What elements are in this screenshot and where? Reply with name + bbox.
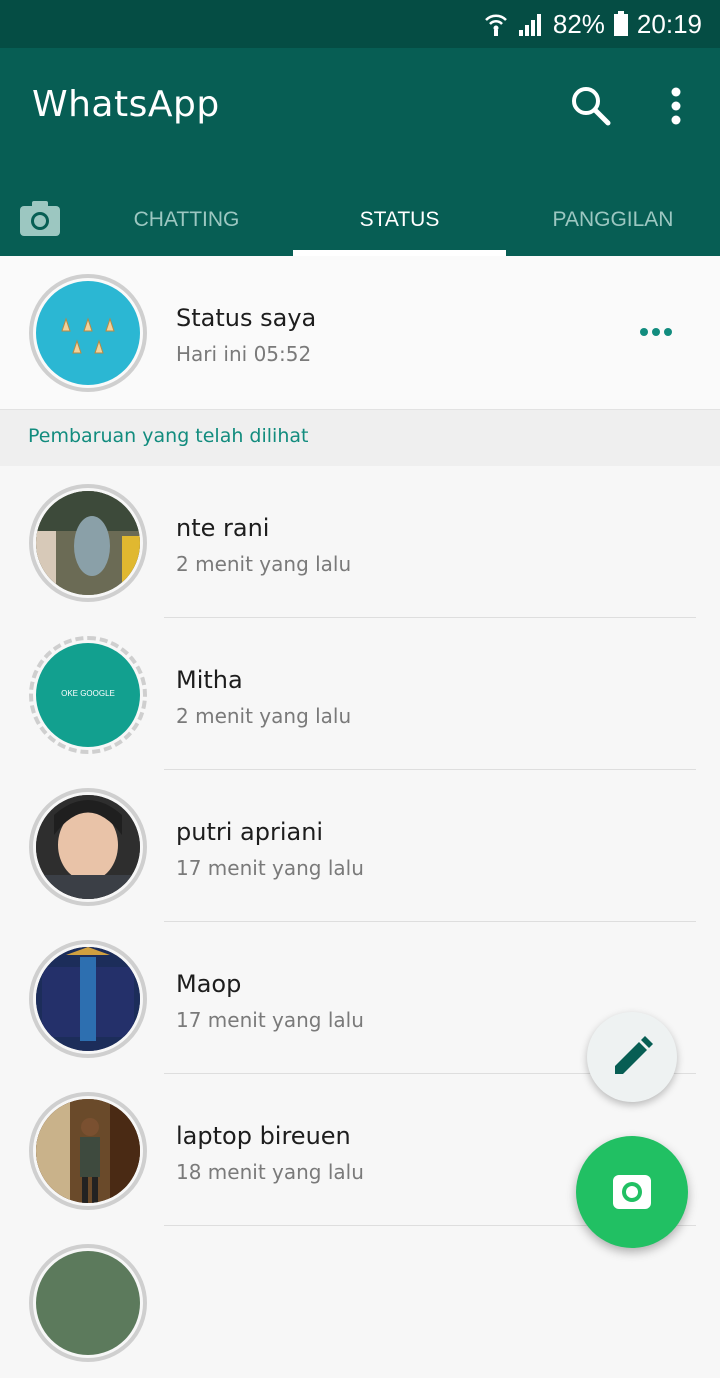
list-item[interactable]: putri apriani 17 menit yang lalu [0,770,720,922]
avatar [36,947,140,1051]
wifi-icon [484,14,507,36]
more-vert-icon [671,87,681,125]
contact-time: 18 menit yang lalu [176,1160,364,1184]
tab-status[interactable]: STATUS [293,184,506,256]
avatar-photo [36,795,140,899]
contact-name: laptop bireuen [176,1122,351,1150]
praying-hands-icon [61,317,115,354]
status-bar: 82% 20:19 [0,0,720,48]
overflow-menu-button[interactable] [656,80,696,132]
my-status-name: Status saya [176,304,317,332]
my-status-row[interactable]: Status saya Hari ini 05:52 [0,256,720,410]
signal-icon [518,14,541,36]
text-status-fab[interactable] [587,1012,677,1102]
avatar [36,491,140,595]
battery-icon [613,11,628,36]
viewed-updates-header: Pembaruan yang telah dilihat [0,410,720,466]
my-status-time: Hari ini 05:52 [176,342,312,366]
section-header-label: Pembaruan yang telah dilihat [28,425,309,447]
tab-panggilan[interactable]: PANGGILAN [506,184,720,256]
avatar [36,795,140,899]
contact-time: 2 menit yang lalu [176,704,352,728]
avatar-text: OKE GOOGLE [61,689,115,698]
my-status-avatar-ring [29,274,147,392]
battery-percent: 82% [552,8,605,39]
search-button[interactable] [566,80,618,132]
tab-camera[interactable] [0,184,80,256]
search-icon [572,87,611,126]
app-bar: WhatsApp CHATTING STATUS PANGGILAN [0,48,720,256]
camera-icon [613,1175,651,1209]
avatar [36,1251,140,1355]
more-horiz-icon [640,328,672,336]
avatar [36,1099,140,1203]
status-ring [29,1244,147,1362]
status-ring [29,1092,147,1210]
contact-name: Mitha [176,666,243,694]
list-item[interactable]: OKE GOOGLE Mitha 2 menit yang lalu [0,618,720,770]
contact-time: 2 menit yang lalu [176,552,352,576]
list-item[interactable]: nte rani 2 menit yang lalu [0,466,720,618]
status-ring [29,940,147,1058]
contact-name: putri apriani [176,818,324,846]
camera-icon [20,201,60,236]
status-ring: OKE GOOGLE [29,636,147,754]
avatar: OKE GOOGLE [36,643,140,747]
tab-chatting[interactable]: CHATTING [80,184,293,256]
tab-bar: CHATTING STATUS PANGGILAN [0,184,720,256]
list-item[interactable] [0,1226,720,1378]
status-ring [29,484,147,602]
contact-time: 17 menit yang lalu [176,1008,364,1032]
contact-name: Maop [176,970,242,998]
clock: 20:19 [636,8,702,39]
camera-status-fab[interactable] [576,1136,688,1248]
contact-name: nte rani [176,514,270,542]
pencil-icon [615,1036,653,1074]
avatar [36,281,140,385]
my-status-more-button[interactable] [636,322,676,342]
app-title: WhatsApp [32,84,220,125]
avatar-photo [36,491,140,595]
contact-time: 17 menit yang lalu [176,856,364,880]
avatar-photo [36,1099,140,1203]
status-ring [29,788,147,906]
avatar-photo [36,947,140,1051]
